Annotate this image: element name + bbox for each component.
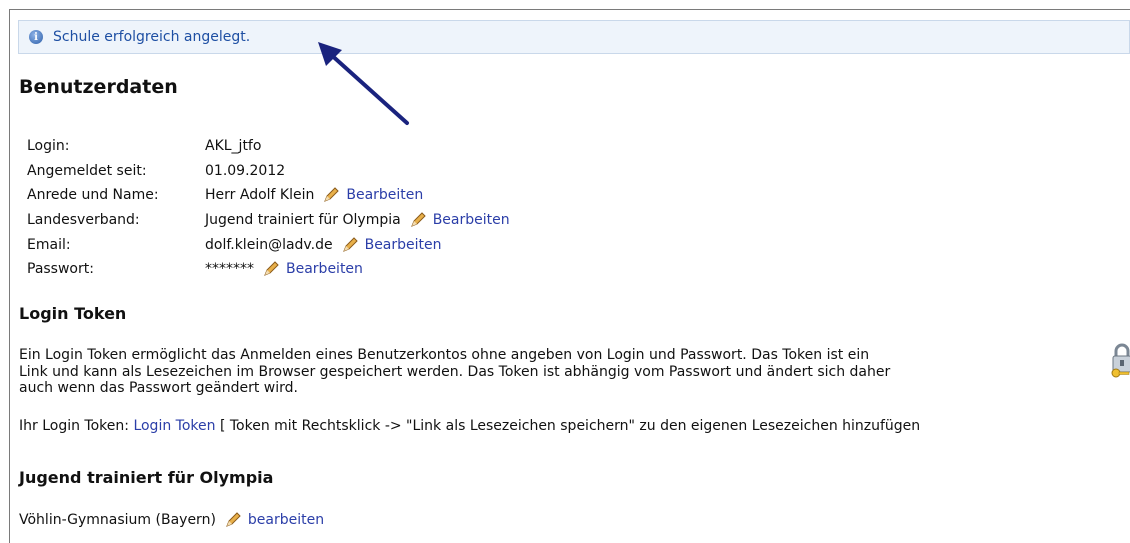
login-token-link[interactable]: Login Token: [133, 418, 215, 434]
page-title: Benutzerdaten: [19, 76, 178, 98]
description-line-1: Ein Login Token ermöglicht das Anmelden …: [19, 347, 870, 363]
pencil-icon: [324, 187, 340, 203]
school-row: Vöhlin-Gymnasium (Bayern) bearbeiten: [19, 511, 324, 529]
edit-school-label: bearbeiten: [247, 511, 325, 528]
row-name: Anrede und Name: Herr Adolf Klein Bearbe…: [27, 183, 510, 208]
label-email: Email:: [27, 236, 71, 253]
content-frame: i Schule erfolgreich angelegt. Benutzerd…: [9, 9, 1130, 543]
edit-email-link[interactable]: Bearbeiten: [341, 236, 442, 254]
login-token-heading: Login Token: [19, 304, 127, 323]
value-since: 01.09.2012: [205, 162, 286, 179]
edit-email-label: Bearbeiten: [364, 236, 442, 253]
jtfo-heading: Jugend trainiert für Olympia: [19, 468, 274, 487]
label-login: Login:: [27, 138, 70, 155]
edit-landesverband-label: Bearbeiten: [432, 212, 510, 229]
value-name: Herr Adolf Klein: [205, 187, 315, 204]
edit-password-label: Bearbeiten: [286, 261, 363, 278]
annotation-arrow: [318, 42, 409, 125]
token-hint: [ Token mit Rechtsklick -> "Link als Les…: [219, 418, 921, 434]
label-password: Passwort:: [27, 261, 94, 278]
edit-name-link[interactable]: Bearbeiten: [322, 186, 423, 204]
login-token-description: Ein Login Token ermöglicht das Anmelden …: [19, 347, 1104, 397]
success-notice: i Schule erfolgreich angelegt.: [18, 20, 1130, 54]
label-landesverband: Landesverband:: [27, 212, 140, 229]
pencil-icon: [342, 236, 358, 252]
user-data-table: Login: AKL_jtfo Angemeldet seit: 01.09.2…: [27, 134, 510, 282]
label-since: Angemeldet seit:: [27, 162, 147, 179]
value-email: dolf.klein@ladv.de: [205, 236, 333, 253]
row-landesverband: Landesverband: Jugend trainiert für Olym…: [27, 208, 510, 233]
description-line-2: Link und kann als Lesezeichen im Browser…: [19, 363, 891, 380]
edit-landesverband-link[interactable]: Bearbeiten: [409, 211, 510, 229]
row-login: Login: AKL_jtfo: [27, 134, 510, 159]
school-name: Vöhlin-Gymnasium (Bayern): [19, 511, 216, 528]
notice-text: Schule erfolgreich angelegt.: [53, 29, 251, 45]
edit-school-link[interactable]: bearbeiten: [224, 511, 324, 529]
value-login: AKL_jtfo: [205, 138, 262, 155]
edit-password-link[interactable]: Bearbeiten: [262, 260, 363, 278]
lock-key-icon: [1111, 343, 1130, 378]
pencil-icon: [410, 212, 426, 227]
description-line-3: auch wenn das Passwort geändert wird.: [19, 380, 298, 396]
row-email: Email: dolf.klein@ladv.de Bearbeiten: [27, 232, 510, 257]
edit-name-label: Bearbeiten: [346, 187, 424, 204]
token-line: Ihr Login Token: Login Token [ Token mit…: [19, 418, 920, 435]
row-password: Passwort: ******* Bearbeiten: [27, 257, 510, 282]
value-landesverband: Jugend trainiert für Olympia: [205, 212, 401, 229]
pencil-icon: [264, 261, 279, 277]
value-password: *******: [205, 261, 254, 278]
pencil-icon: [226, 512, 241, 527]
label-name: Anrede und Name:: [27, 187, 159, 204]
row-since: Angemeldet seit: 01.09.2012: [27, 159, 510, 184]
token-label: Ihr Login Token:: [19, 418, 129, 434]
info-icon: i: [29, 30, 43, 44]
